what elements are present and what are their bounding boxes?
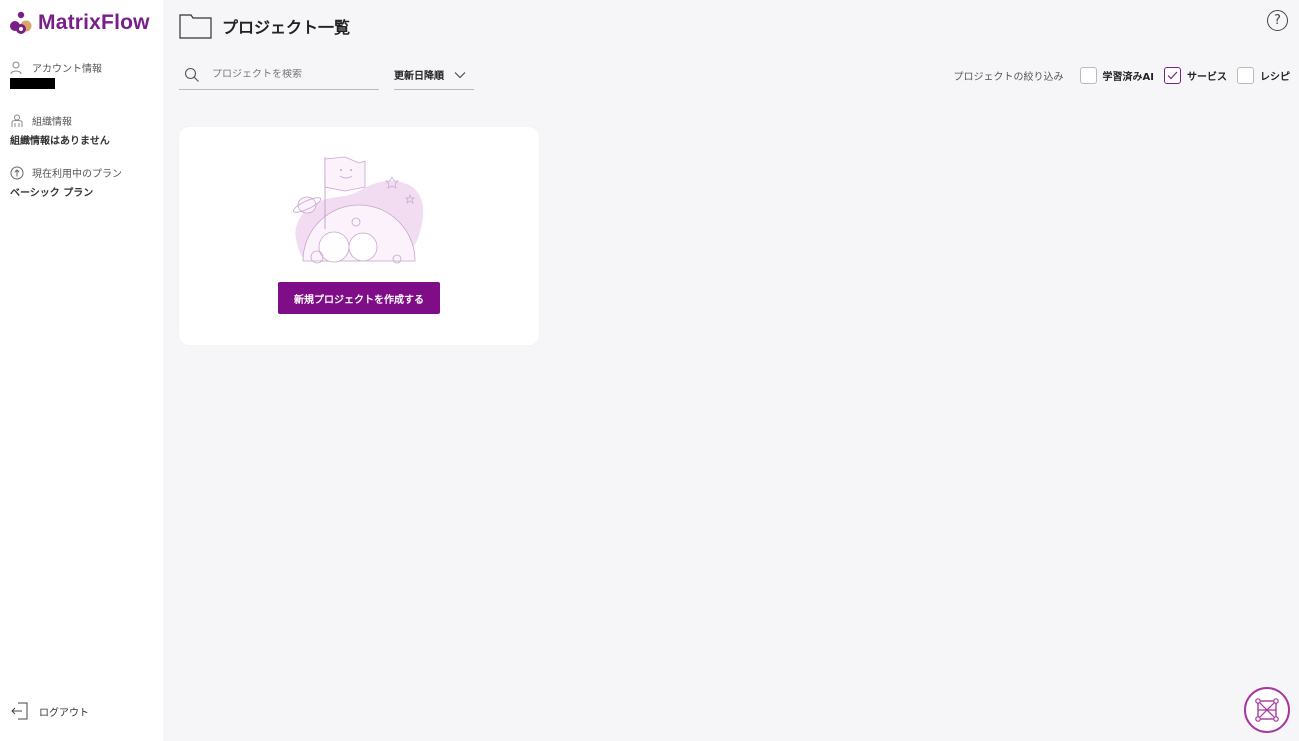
logout-button[interactable]: ログアウト xyxy=(11,701,89,721)
filter-service-checkbox[interactable] xyxy=(1164,66,1181,84)
filter-service[interactable]: サービス xyxy=(1164,66,1227,84)
create-project-button[interactable]: 新規プロジェクトを作成する xyxy=(278,282,440,314)
organization-label: 組織情報 xyxy=(32,117,72,128)
logo-text: MatrixFlow xyxy=(38,11,150,34)
logout-label: ログアウト xyxy=(39,707,89,719)
filter-recipe-checkbox[interactable] xyxy=(1237,66,1254,84)
organization-section: 組織情報 組織情報はありません xyxy=(10,113,110,147)
sort-select[interactable]: 更新日降順 xyxy=(394,60,474,90)
search-icon xyxy=(184,67,199,82)
assistant-fab-button[interactable] xyxy=(1244,687,1290,733)
sidebar: MatrixFlow アカウント情報 組織情報 組織情報はありません 現在利用中… xyxy=(0,0,163,741)
filter-trained-ai-checkbox[interactable] xyxy=(1079,66,1097,84)
check-icon xyxy=(1167,71,1178,79)
plan-label: 現在利用中のプラン xyxy=(32,169,122,180)
project-filter: プロジェクトの絞り込み 学習済みAI サービス レシピ xyxy=(954,65,1290,85)
logout-icon xyxy=(11,702,28,720)
group-icon xyxy=(11,114,23,127)
logo-icon xyxy=(10,11,32,34)
organization-value: 組織情報はありません xyxy=(10,136,110,147)
arrow-up-circle-icon xyxy=(10,166,24,179)
account-name-redacted xyxy=(10,78,55,89)
logo[interactable]: MatrixFlow xyxy=(10,11,150,35)
account-label: アカウント情報 xyxy=(32,64,102,75)
filter-label: プロジェクトの絞り込み xyxy=(953,71,1064,83)
filter-trained-ai[interactable]: 学習済みAI xyxy=(1079,66,1154,84)
network-icon xyxy=(1255,698,1279,722)
search-input[interactable] xyxy=(212,69,372,80)
filter-service-label: サービス xyxy=(1187,71,1227,83)
account-section: アカウント情報 xyxy=(10,60,102,89)
user-icon xyxy=(10,61,22,74)
chevron-down-icon xyxy=(454,71,466,78)
flag-planet-illustration xyxy=(292,156,424,264)
plan-value: ベーシック プラン xyxy=(10,188,94,199)
page-title: プロジェクト一覧 xyxy=(179,13,350,39)
sort-label: 更新日降順 xyxy=(394,71,444,82)
search-box xyxy=(179,60,379,90)
filter-trained-ai-label: 学習済みAI xyxy=(1102,71,1154,83)
folder-icon xyxy=(179,14,212,39)
plan-section: 現在利用中のプラン ベーシック プラン xyxy=(10,165,122,199)
help-icon: ? xyxy=(1274,13,1281,28)
filter-recipe[interactable]: レシピ xyxy=(1237,66,1290,84)
page-title-text: プロジェクト一覧 xyxy=(222,18,351,37)
filter-recipe-label: レシピ xyxy=(1260,71,1290,83)
new-project-card: 新規プロジェクトを作成する xyxy=(179,127,539,345)
help-button[interactable]: ? xyxy=(1267,10,1288,31)
